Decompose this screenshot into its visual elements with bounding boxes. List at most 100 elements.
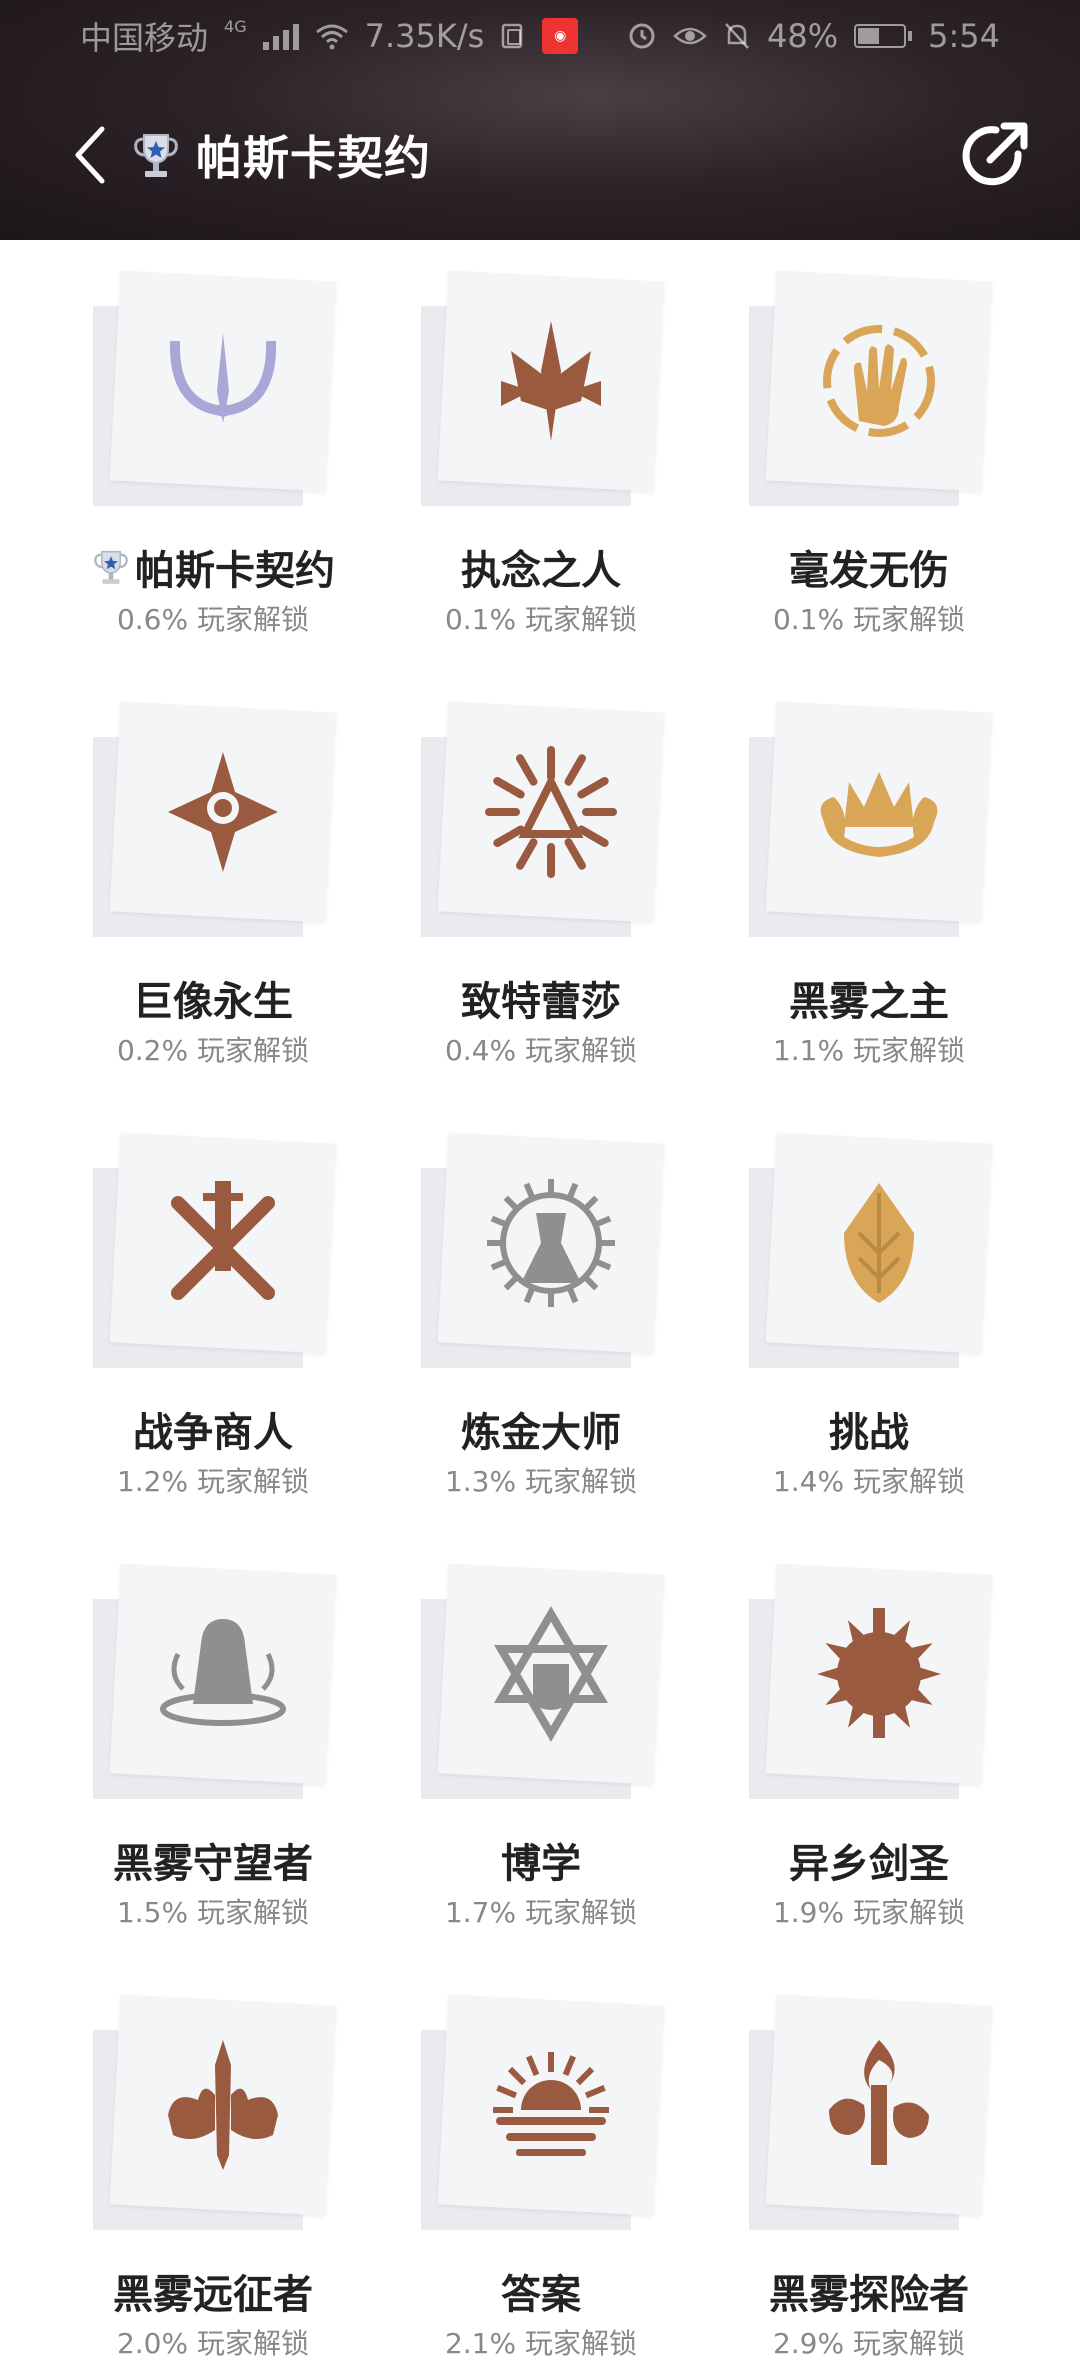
network-type: 4G bbox=[224, 17, 247, 36]
achievement-name-text: 毫发无伤 bbox=[789, 548, 949, 594]
achievement-item[interactable]: 异乡剑圣 1.9% 玩家解锁 bbox=[705, 1533, 1033, 1933]
card-face bbox=[109, 701, 337, 923]
achievement-name-text: 战争商人 bbox=[133, 1410, 293, 1456]
card-face bbox=[109, 1994, 337, 2216]
achievement-name: 异乡剑圣 bbox=[705, 1831, 1033, 1889]
achievement-item[interactable]: 炼金大师 1.3% 玩家解锁 bbox=[377, 1102, 705, 1502]
achievement-name: 黑雾守望者 bbox=[49, 1831, 377, 1889]
achievement-name: 挑战 bbox=[705, 1400, 1033, 1458]
achievement-name: 黑雾探险者 bbox=[705, 2262, 1033, 2320]
card-face bbox=[437, 1563, 665, 1785]
card-face bbox=[437, 1132, 665, 1354]
rising-sun-emblem-icon bbox=[493, 2052, 609, 2156]
achievement-item[interactable]: 致特蕾莎 0.4% 玩家解锁 bbox=[377, 671, 705, 1071]
achievement-unlock-rate: 0.1% 玩家解锁 bbox=[772, 603, 966, 636]
clock-time: 5:54 bbox=[928, 17, 1000, 55]
achievement-card bbox=[421, 701, 665, 937]
achievement-name: 黑雾远征者 bbox=[49, 2262, 377, 2320]
hand-emblem-icon bbox=[823, 325, 935, 437]
spiked-crest-emblem-icon bbox=[501, 321, 601, 441]
achievement-item[interactable]: 黑雾远征者 2.0% 玩家解锁 bbox=[49, 1964, 377, 2364]
eye-star-emblem-icon bbox=[168, 752, 278, 872]
achievement-item[interactable]: 帕斯卡契约 0.6% 玩家解锁 bbox=[49, 240, 377, 640]
achievement-item[interactable]: 答案 2.1% 玩家解锁 bbox=[377, 1964, 705, 2364]
crescent-sword-emblem-icon bbox=[169, 333, 277, 423]
signal-icon bbox=[262, 22, 299, 50]
achievement-item[interactable]: 黑雾探险者 2.9% 玩家解锁 bbox=[705, 1964, 1033, 2364]
achievement-name: 答案 bbox=[377, 2262, 705, 2320]
achievement-name-text: 炼金大师 bbox=[461, 1410, 621, 1456]
achievement-name-text: 黑雾守望者 bbox=[113, 1841, 313, 1887]
achievement-unlock-rate: 1.7% 玩家解锁 bbox=[444, 1896, 638, 1929]
achievement-card bbox=[93, 701, 337, 937]
achievement-unlock-rate: 1.4% 玩家解锁 bbox=[772, 1465, 966, 1498]
back-button[interactable] bbox=[60, 120, 120, 190]
achievement-unlock-rate: 1.5% 玩家解锁 bbox=[116, 1896, 310, 1929]
gear-flask-emblem-icon bbox=[487, 1179, 615, 1307]
achievement-item[interactable]: 巨像永生 0.2% 玩家解锁 bbox=[49, 671, 377, 1071]
achievement-item[interactable]: 执念之人 0.1% 玩家解锁 bbox=[377, 240, 705, 640]
achievement-name: 执念之人 bbox=[377, 538, 705, 596]
achievement-name-text: 黑雾之主 bbox=[789, 979, 949, 1025]
achievement-name-text: 巨像永生 bbox=[133, 979, 293, 1025]
app-notification-icon: ◉ bbox=[542, 18, 579, 54]
crown-emblem-icon bbox=[820, 772, 938, 857]
achievement-name: 帕斯卡契约 bbox=[49, 538, 377, 596]
achievement-unlock-rate: 1.9% 玩家解锁 bbox=[772, 1896, 966, 1929]
achievement-unlock-rate: 0.2% 玩家解锁 bbox=[116, 1034, 310, 1067]
achievement-name: 毫发无伤 bbox=[705, 538, 1033, 596]
card-face bbox=[765, 1994, 993, 2216]
achievement-item[interactable]: 战争商人 1.2% 玩家解锁 bbox=[49, 1102, 377, 1502]
achievement-unlock-rate: 2.0% 玩家解锁 bbox=[116, 2327, 310, 2360]
share-button[interactable] bbox=[952, 114, 1036, 198]
achievement-name: 炼金大师 bbox=[377, 1400, 705, 1458]
achievement-unlock-rate: 2.1% 玩家解锁 bbox=[444, 2327, 638, 2360]
page-title: 帕斯卡契约 bbox=[196, 131, 431, 185]
achievement-card bbox=[749, 1132, 993, 1368]
achievement-item[interactable]: 博学 1.7% 玩家解锁 bbox=[377, 1533, 705, 1933]
achievement-item[interactable]: 黑雾之主 1.1% 玩家解锁 bbox=[705, 671, 1033, 1071]
header-bar: 中国移动 4G 7.35K/s ◉ 48% 5:54 帕斯卡契约 bbox=[0, 0, 1080, 240]
achievement-name: 博学 bbox=[377, 1831, 705, 1889]
battery-icon bbox=[854, 24, 913, 48]
achievement-name: 黑雾之主 bbox=[705, 969, 1033, 1027]
torch-emblem-icon bbox=[829, 2040, 929, 2165]
achievement-name-text: 执念之人 bbox=[461, 548, 621, 594]
clipboard-icon bbox=[502, 23, 523, 49]
achievement-unlock-rate: 0.1% 玩家解锁 bbox=[444, 603, 638, 636]
eye-icon bbox=[673, 27, 707, 45]
achievement-card bbox=[421, 1563, 665, 1799]
achievement-unlock-rate: 0.6% 玩家解锁 bbox=[116, 603, 310, 636]
achievement-card bbox=[421, 1994, 665, 2230]
card-face bbox=[765, 270, 993, 492]
achievement-unlock-rate: 1.1% 玩家解锁 bbox=[772, 1034, 966, 1067]
achievement-card bbox=[749, 1563, 993, 1799]
card-face bbox=[109, 270, 337, 492]
card-face bbox=[765, 1132, 993, 1354]
achievement-name: 战争商人 bbox=[49, 1400, 377, 1458]
share-icon bbox=[962, 122, 1028, 186]
achievement-card bbox=[93, 1563, 337, 1799]
achievement-name: 巨像永生 bbox=[49, 969, 377, 1027]
achievement-item[interactable]: 毫发无伤 0.1% 玩家解锁 bbox=[705, 240, 1033, 640]
chevron-left-icon bbox=[75, 126, 105, 184]
achievement-name-text: 答案 bbox=[501, 2272, 581, 2318]
card-face bbox=[765, 1563, 993, 1785]
shield-leaf-emblem-icon bbox=[844, 1183, 914, 1303]
achievement-card bbox=[749, 701, 993, 937]
sword-cloud-emblem-icon bbox=[168, 2040, 278, 2170]
achievement-name-text: 帕斯卡契约 bbox=[135, 548, 335, 594]
achievement-card bbox=[421, 270, 665, 506]
achievement-name-text: 黑雾探险者 bbox=[769, 2272, 969, 2318]
achievement-card bbox=[93, 1994, 337, 2230]
achievement-card bbox=[749, 1994, 993, 2230]
achievement-name: 致特蕾莎 bbox=[377, 969, 705, 1027]
achievement-name-text: 博学 bbox=[501, 1841, 581, 1887]
achievement-name-text: 致特蕾莎 bbox=[461, 979, 621, 1025]
achievement-item[interactable]: 挑战 1.4% 玩家解锁 bbox=[705, 1102, 1033, 1502]
achievement-card bbox=[749, 270, 993, 506]
achievement-card bbox=[93, 270, 337, 506]
achievement-unlock-rate: 2.9% 玩家解锁 bbox=[772, 2327, 966, 2360]
achievement-item[interactable]: 黑雾守望者 1.5% 玩家解锁 bbox=[49, 1533, 377, 1933]
achievement-name-text: 黑雾远征者 bbox=[113, 2272, 313, 2318]
